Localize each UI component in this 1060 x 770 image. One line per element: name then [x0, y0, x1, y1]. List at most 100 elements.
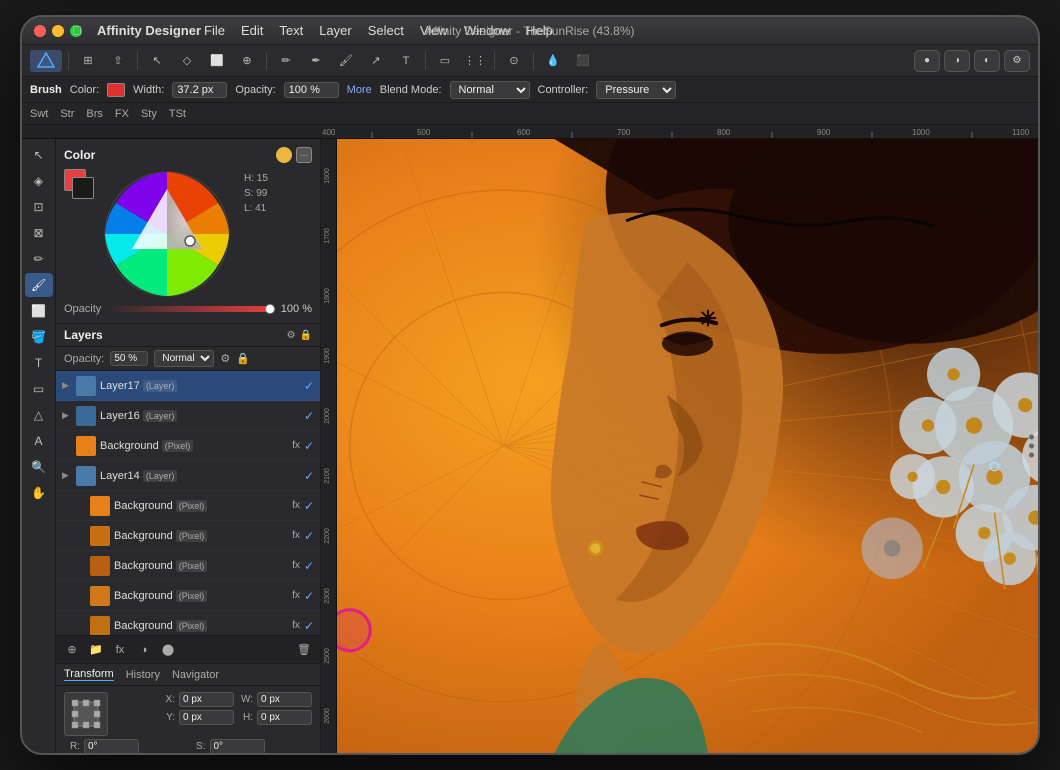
- menu-edit[interactable]: Edit: [234, 21, 270, 40]
- layers-gear-icon[interactable]: ⚙: [220, 352, 230, 365]
- tool-zoom[interactable]: ⊙: [501, 50, 527, 72]
- tool-pen[interactable]: ✏: [273, 50, 299, 72]
- layer-visibility[interactable]: ✓: [304, 529, 314, 543]
- grid-icon[interactable]: ⊞: [75, 50, 101, 72]
- sub-tab-sty[interactable]: Sty: [141, 108, 157, 120]
- foreground-swatch[interactable]: [72, 177, 94, 199]
- h-input[interactable]: [257, 710, 312, 725]
- sub-tab-tst[interactable]: TSt: [169, 108, 186, 120]
- tool-node[interactable]: ◇: [174, 50, 200, 72]
- close-button[interactable]: [34, 25, 46, 37]
- tool-type[interactable]: A: [25, 429, 53, 453]
- tool-zoom2[interactable]: 🔍: [25, 455, 53, 479]
- sub-tab-swt[interactable]: Swt: [30, 108, 48, 120]
- menu-file[interactable]: File: [197, 21, 232, 40]
- delete-layer-icon[interactable]: 🗑: [294, 640, 314, 660]
- mask-layer-icon[interactable]: ⬤: [158, 640, 178, 660]
- artwork-container[interactable]: [337, 139, 1038, 753]
- layers-options[interactable]: ⚙: [287, 330, 296, 341]
- sub-tab-fx[interactable]: FX: [115, 108, 129, 120]
- panel-icon-3[interactable]: ◐: [974, 50, 1000, 72]
- layer-item[interactable]: ▶ Layer14 (Layer) ✓: [56, 461, 320, 491]
- y-input[interactable]: [179, 710, 234, 725]
- sub-tab-str[interactable]: Str: [60, 108, 74, 120]
- layer-fx[interactable]: fx: [292, 440, 300, 451]
- tool-text[interactable]: T: [393, 50, 419, 72]
- layers-blend-select[interactable]: Normal: [154, 350, 214, 367]
- share-icon[interactable]: ⇧: [105, 50, 131, 72]
- add-layer-icon[interactable]: ⊕: [62, 640, 82, 660]
- tool-pencil[interactable]: ✒: [303, 50, 329, 72]
- blend-mode-select[interactable]: NormalMultiplyScreen: [450, 81, 530, 99]
- brush-color-swatch[interactable]: [107, 83, 125, 97]
- layer-visibility[interactable]: ✓: [304, 589, 314, 603]
- tool-dropper[interactable]: 💧: [540, 50, 566, 72]
- layer-fx[interactable]: fx: [292, 560, 300, 571]
- tool-hand[interactable]: ✋: [25, 481, 53, 505]
- swatch-stack[interactable]: [64, 169, 94, 199]
- layer-visibility[interactable]: ✓: [304, 439, 314, 453]
- affinity-icon[interactable]: [30, 50, 62, 72]
- color-options[interactable]: ⋯: [296, 147, 312, 163]
- layers-opacity-input[interactable]: [110, 351, 148, 366]
- tool-warp[interactable]: ⊠: [25, 221, 53, 245]
- sub-tab-brs[interactable]: Brs: [86, 108, 103, 120]
- menu-text[interactable]: Text: [272, 21, 310, 40]
- tool-text2[interactable]: T: [25, 351, 53, 375]
- layer-item[interactable]: Background (Pixel) fx ✓: [56, 491, 320, 521]
- panel-icon-4[interactable]: ⚙: [1004, 50, 1030, 72]
- layer-item[interactable]: ▶ Layer17 (Layer) ✓: [56, 371, 320, 401]
- adjust-layer-icon[interactable]: ◑: [134, 640, 154, 660]
- tool-vector[interactable]: ↗: [363, 50, 389, 72]
- layer-fx[interactable]: fx: [292, 620, 300, 631]
- menu-select[interactable]: Select: [361, 21, 411, 40]
- layer-visibility[interactable]: ✓: [304, 499, 314, 513]
- tool-crop[interactable]: ⬜: [204, 50, 230, 72]
- tool-select[interactable]: ↖: [144, 50, 170, 72]
- tool-grid[interactable]: ⋮⋮: [462, 50, 488, 72]
- x-input[interactable]: [179, 692, 234, 707]
- opacity-handle[interactable]: [265, 304, 275, 314]
- tab-navigator[interactable]: Navigator: [172, 669, 219, 681]
- panel-dot-3[interactable]: [1029, 453, 1034, 458]
- layer-item[interactable]: Background (Pixel) fx ✓: [56, 431, 320, 461]
- expand-icon[interactable]: ▶: [62, 380, 72, 391]
- panel-dot-1[interactable]: [1029, 435, 1034, 440]
- layer-item[interactable]: ▶ Layer16 (Layer) ✓: [56, 401, 320, 431]
- tool-shape2[interactable]: ▭: [25, 377, 53, 401]
- panel-icon-1[interactable]: ●: [914, 50, 940, 72]
- tool-shape[interactable]: ▭: [432, 50, 458, 72]
- expand-icon[interactable]: ▶: [62, 410, 72, 421]
- color-preset-1[interactable]: [276, 147, 292, 163]
- minimize-button[interactable]: [52, 25, 64, 37]
- canvas-area[interactable]: 1600 1700 1800 1900 2000 2100 2200 2300 …: [321, 139, 1038, 753]
- s-input[interactable]: [210, 739, 265, 753]
- layer-visibility[interactable]: ✓: [304, 379, 314, 393]
- controller-select[interactable]: PressureSpeed: [596, 81, 676, 99]
- expand-icon[interactable]: ▶: [62, 470, 72, 481]
- layer-fx[interactable]: fx: [292, 590, 300, 601]
- tool-paint[interactable]: 🖌: [25, 273, 53, 297]
- more-button[interactable]: More: [347, 84, 372, 96]
- tab-transform[interactable]: Transform: [64, 668, 114, 681]
- tool-pen2[interactable]: ✏: [25, 247, 53, 271]
- layer-fx[interactable]: fx: [292, 530, 300, 541]
- tool-brush[interactable]: 🖌: [333, 50, 359, 72]
- tool-pointer[interactable]: ↖: [25, 143, 53, 167]
- w-input[interactable]: [257, 692, 312, 707]
- width-input[interactable]: [172, 82, 227, 98]
- layer-item[interactable]: Background (Pixel) fx ✓: [56, 611, 320, 635]
- layer-visibility[interactable]: ✓: [304, 619, 314, 633]
- tab-history[interactable]: History: [126, 669, 160, 681]
- tool-fill[interactable]: ⬛: [570, 50, 596, 72]
- layers-lock-icon[interactable]: 🔒: [236, 352, 250, 365]
- opacity-slider[interactable]: [107, 306, 275, 312]
- tool-erase[interactable]: ⬜: [25, 299, 53, 323]
- tool-triangle[interactable]: △: [25, 403, 53, 427]
- layer-visibility[interactable]: ✓: [304, 559, 314, 573]
- fx-layer-icon[interactable]: fx: [110, 640, 130, 660]
- panel-dot-2[interactable]: [1029, 444, 1034, 449]
- layer-visibility[interactable]: ✓: [304, 409, 314, 423]
- r-input[interactable]: [84, 739, 139, 753]
- layers-lock[interactable]: 🔒: [300, 330, 312, 341]
